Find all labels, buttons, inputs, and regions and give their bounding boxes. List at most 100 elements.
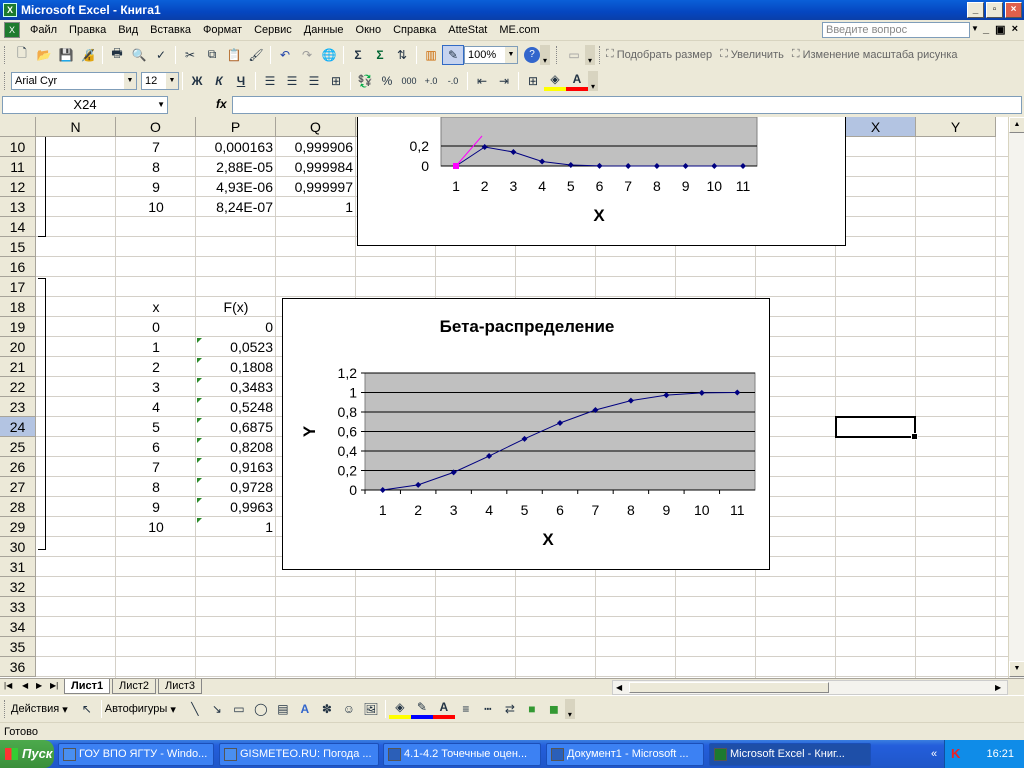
line-icon[interactable]: ╲ bbox=[184, 699, 206, 719]
toolbar-options-icon[interactable]: ▾ bbox=[564, 699, 575, 719]
cell-x[interactable]: 7 bbox=[116, 457, 196, 477]
row-header-33[interactable]: 33 bbox=[0, 597, 36, 617]
cell-fx[interactable]: 0,9963 bbox=[196, 497, 276, 517]
cell-o[interactable]: 7 bbox=[116, 137, 196, 157]
row-header-11[interactable]: 11 bbox=[0, 157, 36, 177]
cell-fx[interactable]: 0,9728 bbox=[196, 477, 276, 497]
font-color-icon[interactable]: A bbox=[566, 71, 588, 91]
scroll-down-icon[interactable]: ▼ bbox=[1009, 661, 1024, 677]
cell-q[interactable]: 0,999906 bbox=[276, 137, 356, 157]
column-header-q[interactable]: Q bbox=[276, 117, 356, 137]
row-header-10[interactable]: 10 bbox=[0, 137, 36, 157]
print-icon[interactable]: 🖶 bbox=[106, 45, 128, 65]
3d-icon[interactable]: ◼ bbox=[543, 699, 565, 719]
paste-icon[interactable]: 📋 bbox=[223, 45, 245, 65]
preview-icon[interactable]: 🔍 bbox=[128, 45, 150, 65]
new-icon[interactable]: 🗋 bbox=[11, 45, 33, 65]
cell-x[interactable]: 5 bbox=[116, 417, 196, 437]
taskbar-button-word-1[interactable]: 4.1-4.2 Точечные оцен... bbox=[383, 743, 541, 766]
wordart-icon[interactable]: A bbox=[294, 699, 316, 719]
toolbar-grip[interactable] bbox=[556, 45, 559, 64]
toolbar-grip[interactable] bbox=[4, 45, 7, 64]
scroll-up-icon[interactable]: ▲ bbox=[1009, 117, 1024, 133]
decrease-indent-icon[interactable]: ⇤ bbox=[471, 71, 493, 91]
cell-q[interactable]: 0,999984 bbox=[276, 157, 356, 177]
menu-format[interactable]: Формат bbox=[197, 21, 248, 40]
menu-mecom[interactable]: ME.com bbox=[493, 21, 545, 40]
column-header-p[interactable]: P bbox=[196, 117, 276, 137]
decrease-decimal-icon[interactable]: -.0 bbox=[442, 71, 464, 91]
textbox-icon[interactable]: ▤ bbox=[272, 699, 294, 719]
bold-button[interactable]: Ж bbox=[186, 71, 208, 91]
function-icon[interactable]: Σ bbox=[369, 45, 391, 65]
autoshapes-button[interactable]: Автофигуры ▾ bbox=[105, 703, 176, 716]
row-header-29[interactable]: 29 bbox=[0, 517, 36, 537]
cell-fx[interactable]: 0 bbox=[196, 317, 276, 337]
shadow-icon[interactable]: ■ bbox=[521, 699, 543, 719]
align-right-icon[interactable]: ☰ bbox=[303, 71, 325, 91]
row-header-32[interactable]: 32 bbox=[0, 577, 36, 597]
format-painter-icon[interactable]: 🖌 bbox=[245, 45, 267, 65]
open-icon[interactable]: 📂 bbox=[33, 45, 55, 65]
redo-icon[interactable]: ↷ bbox=[296, 45, 318, 65]
first-sheet-icon[interactable]: |◀ bbox=[4, 681, 12, 690]
menu-edit[interactable]: Правка bbox=[63, 21, 112, 40]
taskbar-button-browser-2[interactable]: GISMETEO.RU: Погода ... bbox=[219, 743, 379, 766]
prev-sheet-icon[interactable]: ◀ bbox=[22, 681, 28, 690]
cell-fx[interactable]: 0,9163 bbox=[196, 457, 276, 477]
menu-data[interactable]: Данные bbox=[298, 21, 350, 40]
arrow-icon[interactable]: ↘ bbox=[206, 699, 228, 719]
row-header-17[interactable]: 17 bbox=[0, 277, 36, 297]
thousands-button[interactable]: 000 bbox=[398, 71, 420, 91]
row-header-25[interactable]: 25 bbox=[0, 437, 36, 457]
draw-actions-button[interactable]: Действия ▾ bbox=[11, 703, 68, 716]
column-header-n[interactable]: N bbox=[36, 117, 116, 137]
cell-p[interactable]: 8,24E-07 bbox=[196, 197, 276, 217]
start-button[interactable]: Пуск bbox=[0, 740, 54, 768]
cell-x[interactable]: 0 bbox=[116, 317, 196, 337]
column-header-x[interactable]: X bbox=[836, 117, 916, 137]
menu-window[interactable]: Окно bbox=[350, 21, 388, 40]
cell-p[interactable]: 4,93E-06 bbox=[196, 177, 276, 197]
menu-file[interactable]: Файл bbox=[24, 21, 63, 40]
menu-tools[interactable]: Сервис bbox=[248, 21, 298, 40]
minimize-button[interactable]: _ bbox=[967, 2, 984, 18]
cell-x[interactable]: 4 bbox=[116, 397, 196, 417]
taskbar-button-word-2[interactable]: Документ1 - Microsoft ... bbox=[546, 743, 704, 766]
cell-fx[interactable]: 0,1808 bbox=[196, 357, 276, 377]
select-all-corner[interactable] bbox=[0, 117, 36, 137]
row-header-26[interactable]: 26 bbox=[0, 457, 36, 477]
row-header-19[interactable]: 19 bbox=[0, 317, 36, 337]
row-header-12[interactable]: 12 bbox=[0, 177, 36, 197]
row-header-31[interactable]: 31 bbox=[0, 557, 36, 577]
next-sheet-icon[interactable]: ▶ bbox=[36, 681, 42, 690]
cell-x[interactable]: 3 bbox=[116, 377, 196, 397]
row-header-24[interactable]: 24 bbox=[0, 417, 36, 437]
doc-minimize-button[interactable]: _ bbox=[983, 23, 989, 36]
row-header-36[interactable]: 36 bbox=[0, 657, 36, 677]
increase-indent-icon[interactable]: ⇥ bbox=[493, 71, 515, 91]
sheet-tab-1[interactable]: Лист1 bbox=[64, 679, 111, 694]
insert-picture-icon[interactable]: 🖼 bbox=[360, 699, 382, 719]
row-header-14[interactable]: 14 bbox=[0, 217, 36, 237]
row-header-35[interactable]: 35 bbox=[0, 637, 36, 657]
scroll-left-icon[interactable]: ◀ bbox=[616, 683, 622, 692]
cell-o[interactable]: 9 bbox=[116, 177, 196, 197]
group-outline-1[interactable] bbox=[38, 137, 46, 237]
tray-expand-icon[interactable]: « bbox=[931, 740, 937, 768]
undo-icon[interactable]: ↶ bbox=[274, 45, 296, 65]
cell-q[interactable]: 1 bbox=[276, 197, 356, 217]
font-select[interactable]: Arial Cyr ▼ bbox=[11, 71, 137, 90]
cell-o[interactable]: 8 bbox=[116, 157, 196, 177]
hyperlink-icon[interactable]: 🌐 bbox=[318, 45, 340, 65]
cut-icon[interactable]: ✂ bbox=[179, 45, 201, 65]
horizontal-scrollbar[interactable]: ◀ ▶ bbox=[612, 680, 1008, 695]
increase-decimal-icon[interactable]: +.0 bbox=[420, 71, 442, 91]
restore-button[interactable]: ▫ bbox=[986, 2, 1003, 18]
workbook-icon[interactable]: X bbox=[4, 22, 20, 38]
toolbar-grip[interactable] bbox=[599, 45, 602, 64]
arrow-style-icon[interactable]: ⇄ bbox=[499, 699, 521, 719]
name-box[interactable]: X24 ▼ bbox=[2, 96, 168, 114]
sheet-tab-3[interactable]: Лист3 bbox=[158, 679, 203, 694]
font-color-icon[interactable]: A bbox=[432, 699, 455, 719]
